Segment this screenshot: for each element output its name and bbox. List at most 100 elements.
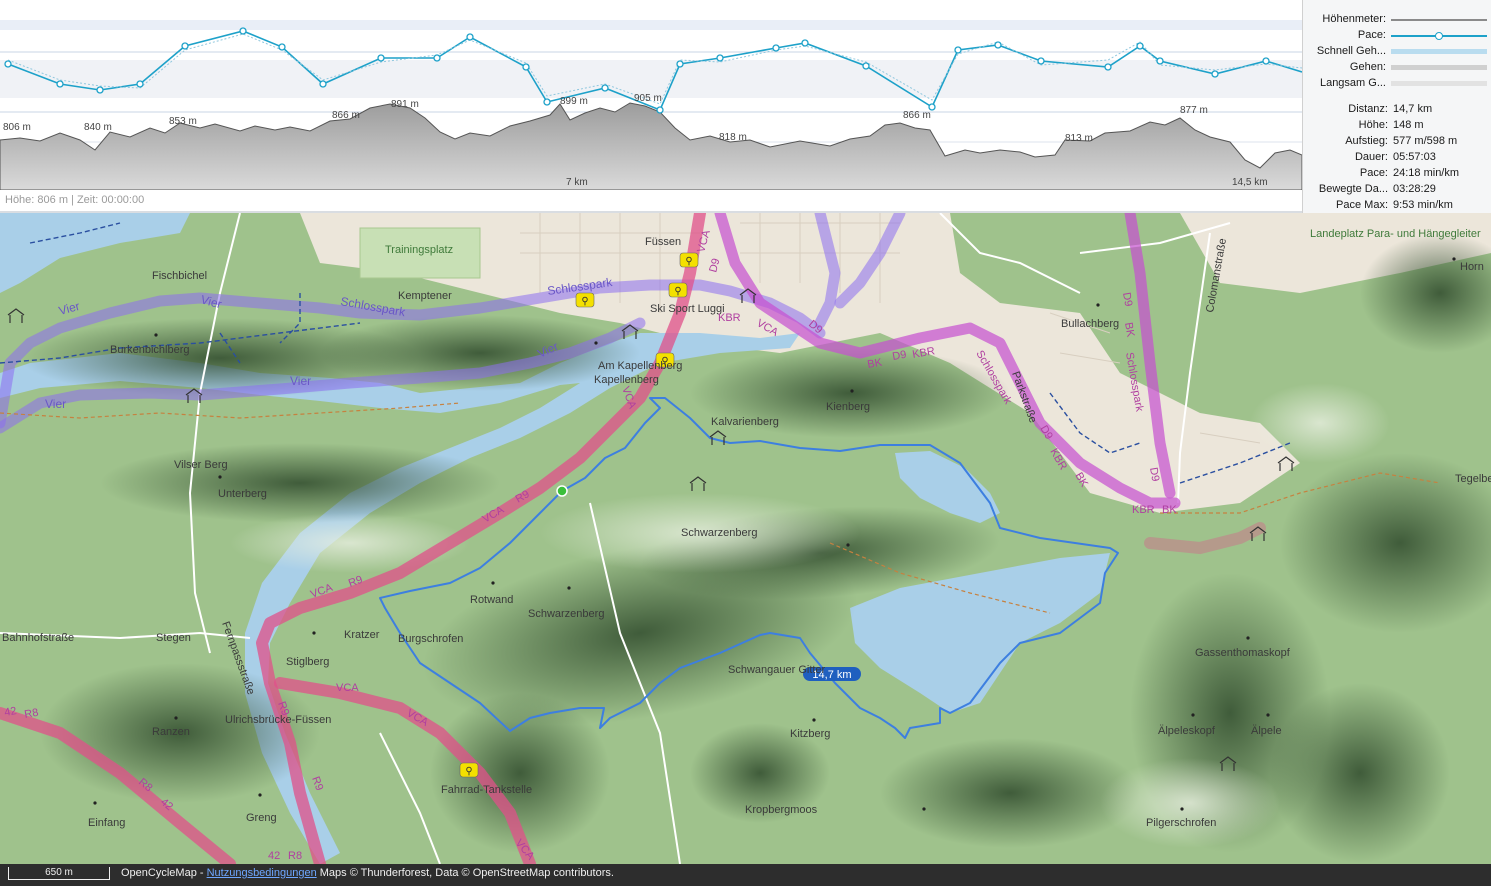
legend-swatch <box>1391 81 1487 86</box>
elevation-label: 877 m <box>1180 105 1208 116</box>
place-label: Kemptener <box>398 290 452 302</box>
legend-label: Langsam G... <box>1319 77 1386 89</box>
route-label: BK <box>1162 504 1177 516</box>
stat-label: Bewegte Da... <box>1318 183 1388 195</box>
stat-distance: Distanz: 14,7 km <box>1303 103 1491 117</box>
elevation-label: 806 m <box>3 122 31 133</box>
route-label: Vier <box>290 374 311 388</box>
place-label: Schwarzenberg <box>528 608 604 620</box>
place-label: Fahrrad-Tankstelle <box>441 784 532 796</box>
place-label: Ulrichsbrücke-Füssen <box>225 714 331 726</box>
place-label: Bahnhofstraße <box>2 632 74 644</box>
route-label: KBR <box>1132 504 1155 516</box>
elevation-label: 905 m <box>634 93 662 104</box>
map-attribution: OpenCycleMap - Nutzungsbedingungen Maps … <box>121 867 614 879</box>
stat-moving-duration: Bewegte Da... 03:28:29 <box>1303 183 1491 197</box>
place-label: Tegelberg <box>1455 473 1491 485</box>
bike-icon[interactable]: ⚲ <box>668 282 688 298</box>
place-label: Landeplatz Para- und Hängegleiter <box>1310 228 1481 240</box>
stat-height: Höhe: 148 m <box>1303 119 1491 133</box>
route-label: VCA <box>336 682 359 694</box>
place-label: Älpeleskopf <box>1158 725 1216 737</box>
stat-value: 24:18 min/km <box>1393 167 1460 179</box>
track-info-panel: Höhenmeter: Pace: Schnell Geh... Gehen: … <box>1302 0 1491 213</box>
route-label: 42 <box>268 850 280 862</box>
legend-slow-walk[interactable]: Langsam G... <box>1303 77 1491 91</box>
place-label: Stiglberg <box>286 656 329 668</box>
legend-pace[interactable]: Pace: <box>1303 29 1491 43</box>
stat-value: 577 m/598 m <box>1393 135 1458 147</box>
place-label: Burkenbichlberg <box>110 344 190 356</box>
bike-icon[interactable]: ⚲ <box>679 252 699 268</box>
place-label: Stegen <box>156 632 191 644</box>
elevation-label: 899 m <box>560 96 588 107</box>
terms-link[interactable]: Nutzungsbedingungen <box>207 867 317 879</box>
place-label: Horn <box>1460 261 1484 273</box>
legend-swatch <box>1391 49 1487 54</box>
chart-status: Höhe: 806 m | Zeit: 00:00:00 <box>5 194 145 206</box>
svg-text:⚲: ⚲ <box>581 296 588 307</box>
legend-swatch <box>1391 19 1487 21</box>
place-label: Trainingsplatz <box>385 244 453 256</box>
place-label: Am Kapellenberg <box>598 360 682 372</box>
place-label: Schwangauer Gitter <box>728 664 826 676</box>
legend-walk[interactable]: Gehen: <box>1303 61 1491 75</box>
place-label: Kratzer <box>344 629 380 641</box>
place-label: Unterberg <box>218 488 267 500</box>
stat-label: Pace: <box>1359 167 1388 179</box>
route-label: R8 <box>23 707 39 721</box>
legend-label: Pace: <box>1357 29 1386 41</box>
place-label: Kropbergmoos <box>745 804 818 816</box>
elevation-label: 840 m <box>84 122 112 133</box>
place-label: Kalvarienberg <box>711 416 779 428</box>
elevation-label: 813 m <box>1065 133 1093 144</box>
route-label: D9 <box>1147 466 1161 482</box>
stat-value: 9:53 min/km <box>1393 199 1453 211</box>
bike-icon[interactable]: ⚲ <box>575 292 595 308</box>
route-label: 42 <box>3 705 17 719</box>
place-label: Ranzen <box>152 726 190 738</box>
legend-swatch <box>1391 65 1487 70</box>
route-label: R8 <box>288 850 302 862</box>
route-label: D9 <box>1120 291 1134 307</box>
bike-icon[interactable]: ⚲ <box>459 762 479 778</box>
svg-text:⚲: ⚲ <box>685 256 692 267</box>
place-label: Kapellenberg <box>594 374 659 386</box>
elevation-label: 891 m <box>391 99 419 110</box>
svg-text:⚲: ⚲ <box>674 286 681 297</box>
place-label: Einfang <box>88 817 125 829</box>
distance-label: 14,5 km <box>1232 177 1268 188</box>
attribution-suffix: Maps © Thunderforest, Data © OpenStreetM… <box>316 867 614 879</box>
legend-label: Höhenmeter: <box>1322 13 1386 25</box>
place-label: Füssen <box>645 236 681 248</box>
elevation-label: 853 m <box>169 116 197 127</box>
legend-label: Gehen: <box>1349 61 1386 73</box>
stat-value: 14,7 km <box>1393 103 1433 115</box>
place-label: Greng <box>246 812 277 824</box>
legend-marker <box>1435 32 1443 40</box>
stat-value: 05:57:03 <box>1393 151 1436 163</box>
map-footer: 650 m OpenCycleMap - Nutzungsbedingungen… <box>0 864 1491 886</box>
map-view[interactable]: 14,7 km ⚲ ⚲ ⚲ ⚲ ⚲ Füssen Fischbichel Tra… <box>0 213 1491 864</box>
stat-label: Pace Max: <box>1336 199 1388 211</box>
legend-label: Schnell Geh... <box>1316 45 1386 57</box>
stat-value: 03:28:29 <box>1393 183 1436 195</box>
stat-pace: Pace: 24:18 min/km <box>1303 167 1491 181</box>
scale-label: 650 m <box>45 867 73 878</box>
legend-elevation[interactable]: Höhenmeter: <box>1303 13 1491 27</box>
elevation-chart[interactable]: 806 m 840 m 853 m 866 m 891 m 899 m 905 … <box>0 0 1302 190</box>
elevation-label: 866 m <box>332 110 360 121</box>
place-label: Bullachberg <box>1061 318 1119 330</box>
attribution-prefix: OpenCycleMap - <box>121 867 207 879</box>
route-label: D9 <box>891 349 907 363</box>
place-label: Älpele <box>1251 725 1282 737</box>
elevation-chart-panel[interactable]: 806 m 840 m 853 m 866 m 891 m 899 m 905 … <box>0 0 1302 213</box>
stat-label: Distanz: <box>1348 103 1388 115</box>
route-label: KBR <box>718 312 741 324</box>
stat-duration: Dauer: 05:57:03 <box>1303 151 1491 165</box>
stat-pace-max: Pace Max: 9:53 min/km <box>1303 199 1491 213</box>
elevation-label: 866 m <box>903 110 931 121</box>
legend-fast-walk[interactable]: Schnell Geh... <box>1303 45 1491 59</box>
place-label: Gassenthomaskopf <box>1195 647 1291 659</box>
track-start-marker[interactable] <box>556 485 568 497</box>
